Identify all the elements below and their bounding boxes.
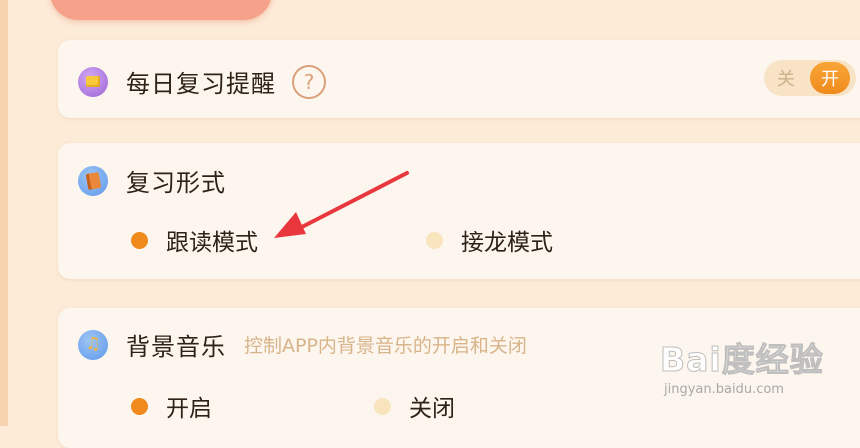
- daily-reminder-toggle[interactable]: 关 开: [764, 60, 856, 96]
- radio-dot-selected[interactable]: [131, 231, 148, 249]
- left-edge-strip: [0, 0, 8, 426]
- background-music-subtitle: 控制APP内背景音乐的开启和关闭: [244, 335, 527, 357]
- watermark-url: jingyan.baidu.com: [664, 382, 784, 397]
- daily-reminder-row: 每日复习提醒 ?: [78, 64, 326, 99]
- radio-music-off[interactable]: 关闭: [374, 389, 455, 423]
- radio-follow-read[interactable]: 跟读模式: [131, 223, 258, 257]
- review-mode-title: 复习形式: [126, 169, 226, 197]
- background-music-title: 背景音乐: [126, 333, 226, 361]
- music-note-glyph: ♫: [85, 334, 101, 354]
- review-mode-header: 复习形式: [78, 163, 226, 198]
- radio-follow-read-label: 跟读模式: [166, 230, 258, 256]
- daily-reminder-title: 每日复习提醒: [126, 70, 276, 98]
- help-icon[interactable]: ?: [292, 64, 326, 99]
- radio-dot-unselected[interactable]: [374, 397, 391, 415]
- toggle-off-label[interactable]: 关: [764, 65, 808, 91]
- radio-music-on[interactable]: 开启: [131, 389, 212, 423]
- help-icon-glyph: ?: [303, 69, 315, 94]
- radio-music-on-label: 开启: [166, 396, 212, 422]
- radio-relay-label: 接龙模式: [461, 230, 553, 256]
- alarm-icon: [78, 66, 108, 97]
- top-banner-button[interactable]: [50, 0, 272, 20]
- baidu-watermark: Bai度经验 jingyan.baidu.com: [660, 340, 860, 420]
- book-icon: [78, 165, 108, 196]
- toggle-on-label[interactable]: 开: [810, 62, 850, 94]
- radio-dot-unselected[interactable]: [426, 231, 443, 249]
- review-mode-card: 复习形式 跟读模式 接龙模式: [58, 143, 860, 279]
- radio-music-off-label: 关闭: [409, 396, 455, 422]
- radio-relay[interactable]: 接龙模式: [426, 223, 553, 257]
- daily-reminder-card: 每日复习提醒 ? 关 开: [58, 40, 860, 118]
- background-music-header: ♫ 背景音乐 控制APP内背景音乐的开启和关闭: [78, 327, 527, 362]
- music-note-icon: ♫: [78, 329, 108, 360]
- radio-dot-selected[interactable]: [131, 397, 148, 415]
- watermark-logo: Bai度经验: [660, 340, 824, 380]
